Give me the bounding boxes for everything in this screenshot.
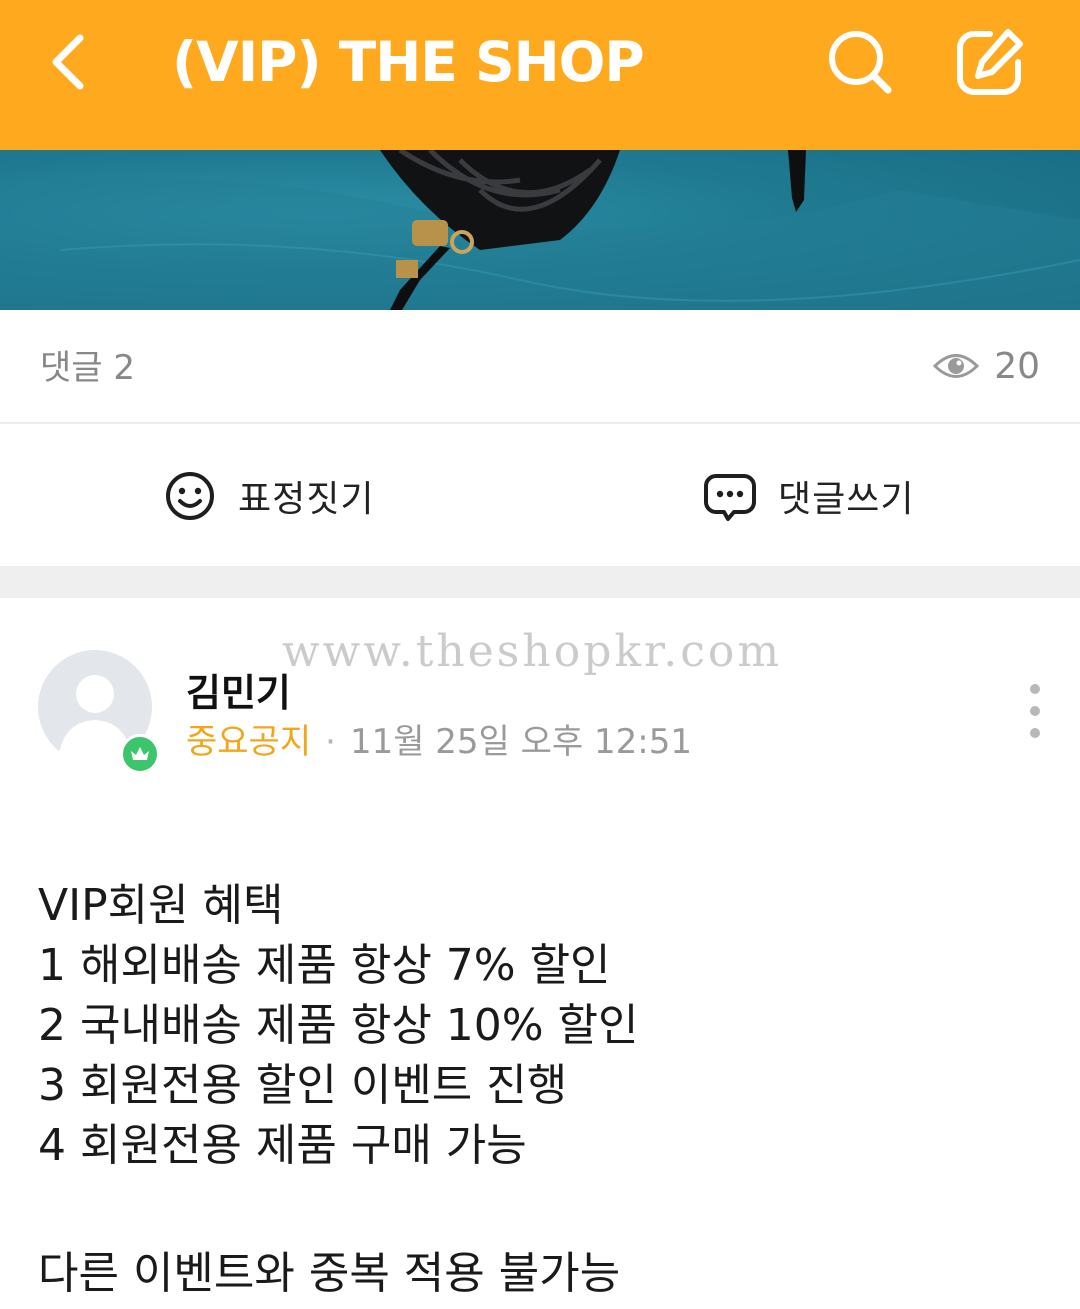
smiley-icon [166, 472, 214, 520]
view-count-group: 20 [932, 340, 1040, 392]
back-button[interactable] [36, 22, 102, 102]
page-title: (VIP) THE SHOP [172, 30, 645, 94]
body-footer-line: 다른 이벤트와 중복 적용 불가능 [38, 1248, 621, 1299]
post-photo[interactable] [0, 150, 1080, 310]
body-line: 3 회원전용 할인 이벤트 진행 [38, 1060, 568, 1111]
more-dot-icon [1030, 684, 1040, 694]
write-comment-button[interactable]: 댓글쓰기 [704, 466, 914, 526]
more-dot-icon [1030, 728, 1040, 738]
meta-separator: · [325, 722, 336, 762]
author-name[interactable]: 김민기 [186, 662, 291, 717]
post-timestamp: 11월 25일 오후 12:51 [349, 722, 692, 762]
board-name[interactable]: 중요공지 [186, 722, 311, 762]
body-line: 2 국내배송 제품 항상 10% 할인 [38, 1000, 639, 1051]
section-divider [0, 566, 1080, 598]
emote-label: 표정짓기 [238, 479, 375, 520]
more-dot-icon [1030, 706, 1040, 716]
body-line: 4 회원전용 제품 구매 가능 [38, 1120, 527, 1171]
eye-icon [933, 354, 980, 378]
edit-icon [957, 29, 1023, 95]
chevron-left-icon [52, 34, 84, 90]
watermark: www.theshopkr.com [282, 626, 783, 677]
write-post-button[interactable] [950, 22, 1030, 102]
write-comment-label: 댓글쓰기 [778, 479, 915, 520]
crown-icon [131, 747, 149, 760]
post-stats-bar: 댓글 2 20 [0, 310, 1080, 424]
body-line: VIP회원 혜택 [38, 880, 284, 931]
post-meta: 중요공지 · 11월 25일 오후 12:51 [186, 714, 692, 763]
search-icon [829, 31, 892, 94]
body-line: 1 해외배송 제품 항상 7% 할인 [38, 940, 611, 991]
more-options-button[interactable] [1016, 684, 1054, 738]
comment-count[interactable]: 댓글 2 [40, 340, 135, 389]
search-button[interactable] [822, 22, 898, 102]
speech-bubble-icon [704, 474, 756, 521]
emote-button[interactable]: 표정짓기 [164, 466, 374, 526]
post-actions: 표정짓기 댓글쓰기 [0, 424, 1080, 566]
view-count: 20 [994, 345, 1040, 387]
handbag-photo [0, 150, 1080, 310]
admin-badge [120, 734, 160, 774]
app-header: (VIP) THE SHOP [0, 0, 1080, 150]
post-body: VIP회원 혜택 1 해외배송 제품 항상 7% 할인 2 국내배송 제품 항상… [38, 876, 1038, 1304]
